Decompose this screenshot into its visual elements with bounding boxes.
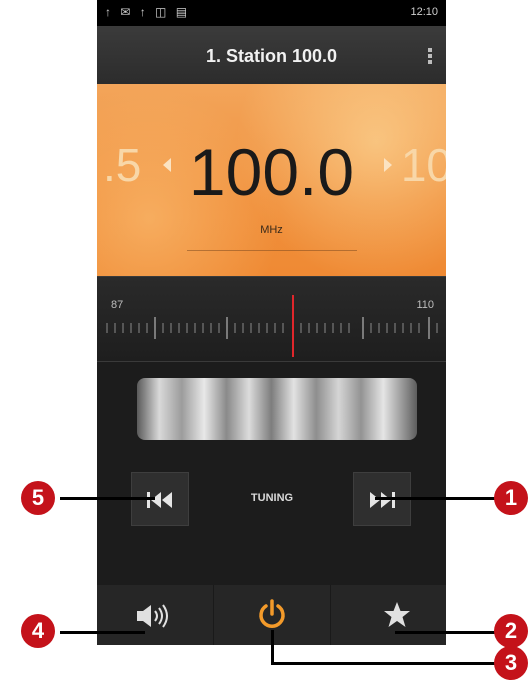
arrow-right-icon[interactable] [384,158,392,172]
tuning-wheel[interactable] [137,378,417,440]
frequency-display: .5 100.0 10 MHz [97,84,446,276]
divider [187,250,357,251]
callout-badge-3: 3 [494,646,528,680]
station-title: 1. Station 100.0 [205,46,338,66]
scale-min-label: 87 [111,299,124,311]
callout-line-4 [60,631,145,634]
frequency-unit: MHz [260,224,283,236]
callout-line-3b [271,662,495,665]
frequency-scale[interactable]: 87 110 [97,276,446,362]
next-frequency[interactable]: 10 [401,138,446,192]
callout-badge-2: 2 [494,614,528,648]
skip-next-icon [370,492,395,508]
speaker-button[interactable] [97,585,213,645]
star-icon [384,602,410,627]
callout-badge-1: 1 [494,481,528,515]
status-time: 12:10 [410,6,438,18]
speaker-icon [137,604,168,628]
favorite-button[interactable] [331,585,446,645]
current-frequency: 100.0 [188,135,355,209]
overflow-menu-icon[interactable] [428,48,432,64]
callout-line-1 [375,497,495,500]
fm-radio-screen: ↑ ✉ ↑ ◫ ▤ 12:10 1. Station 100.0 .5 100.… [97,0,446,645]
callout-line-5 [60,497,155,500]
scale-max-label: 110 [416,299,434,311]
title-bar: 1. Station 100.0 [97,26,446,84]
skip-previous-icon [147,492,172,508]
tuning-label: TUNING [250,492,294,504]
callout-badge-4: 4 [21,614,55,648]
status-bar: ↑ ✉ ↑ ◫ ▤ 12:10 [97,0,446,26]
notification-icons: ↑ ✉ ↑ ◫ ▤ [105,5,191,19]
power-icon [259,599,285,628]
tuning-needle [292,295,294,357]
callout-line-2 [395,631,495,634]
scale-ticks [106,317,438,339]
callout-badge-5: 5 [21,481,55,515]
callout-line-3a [271,630,274,665]
